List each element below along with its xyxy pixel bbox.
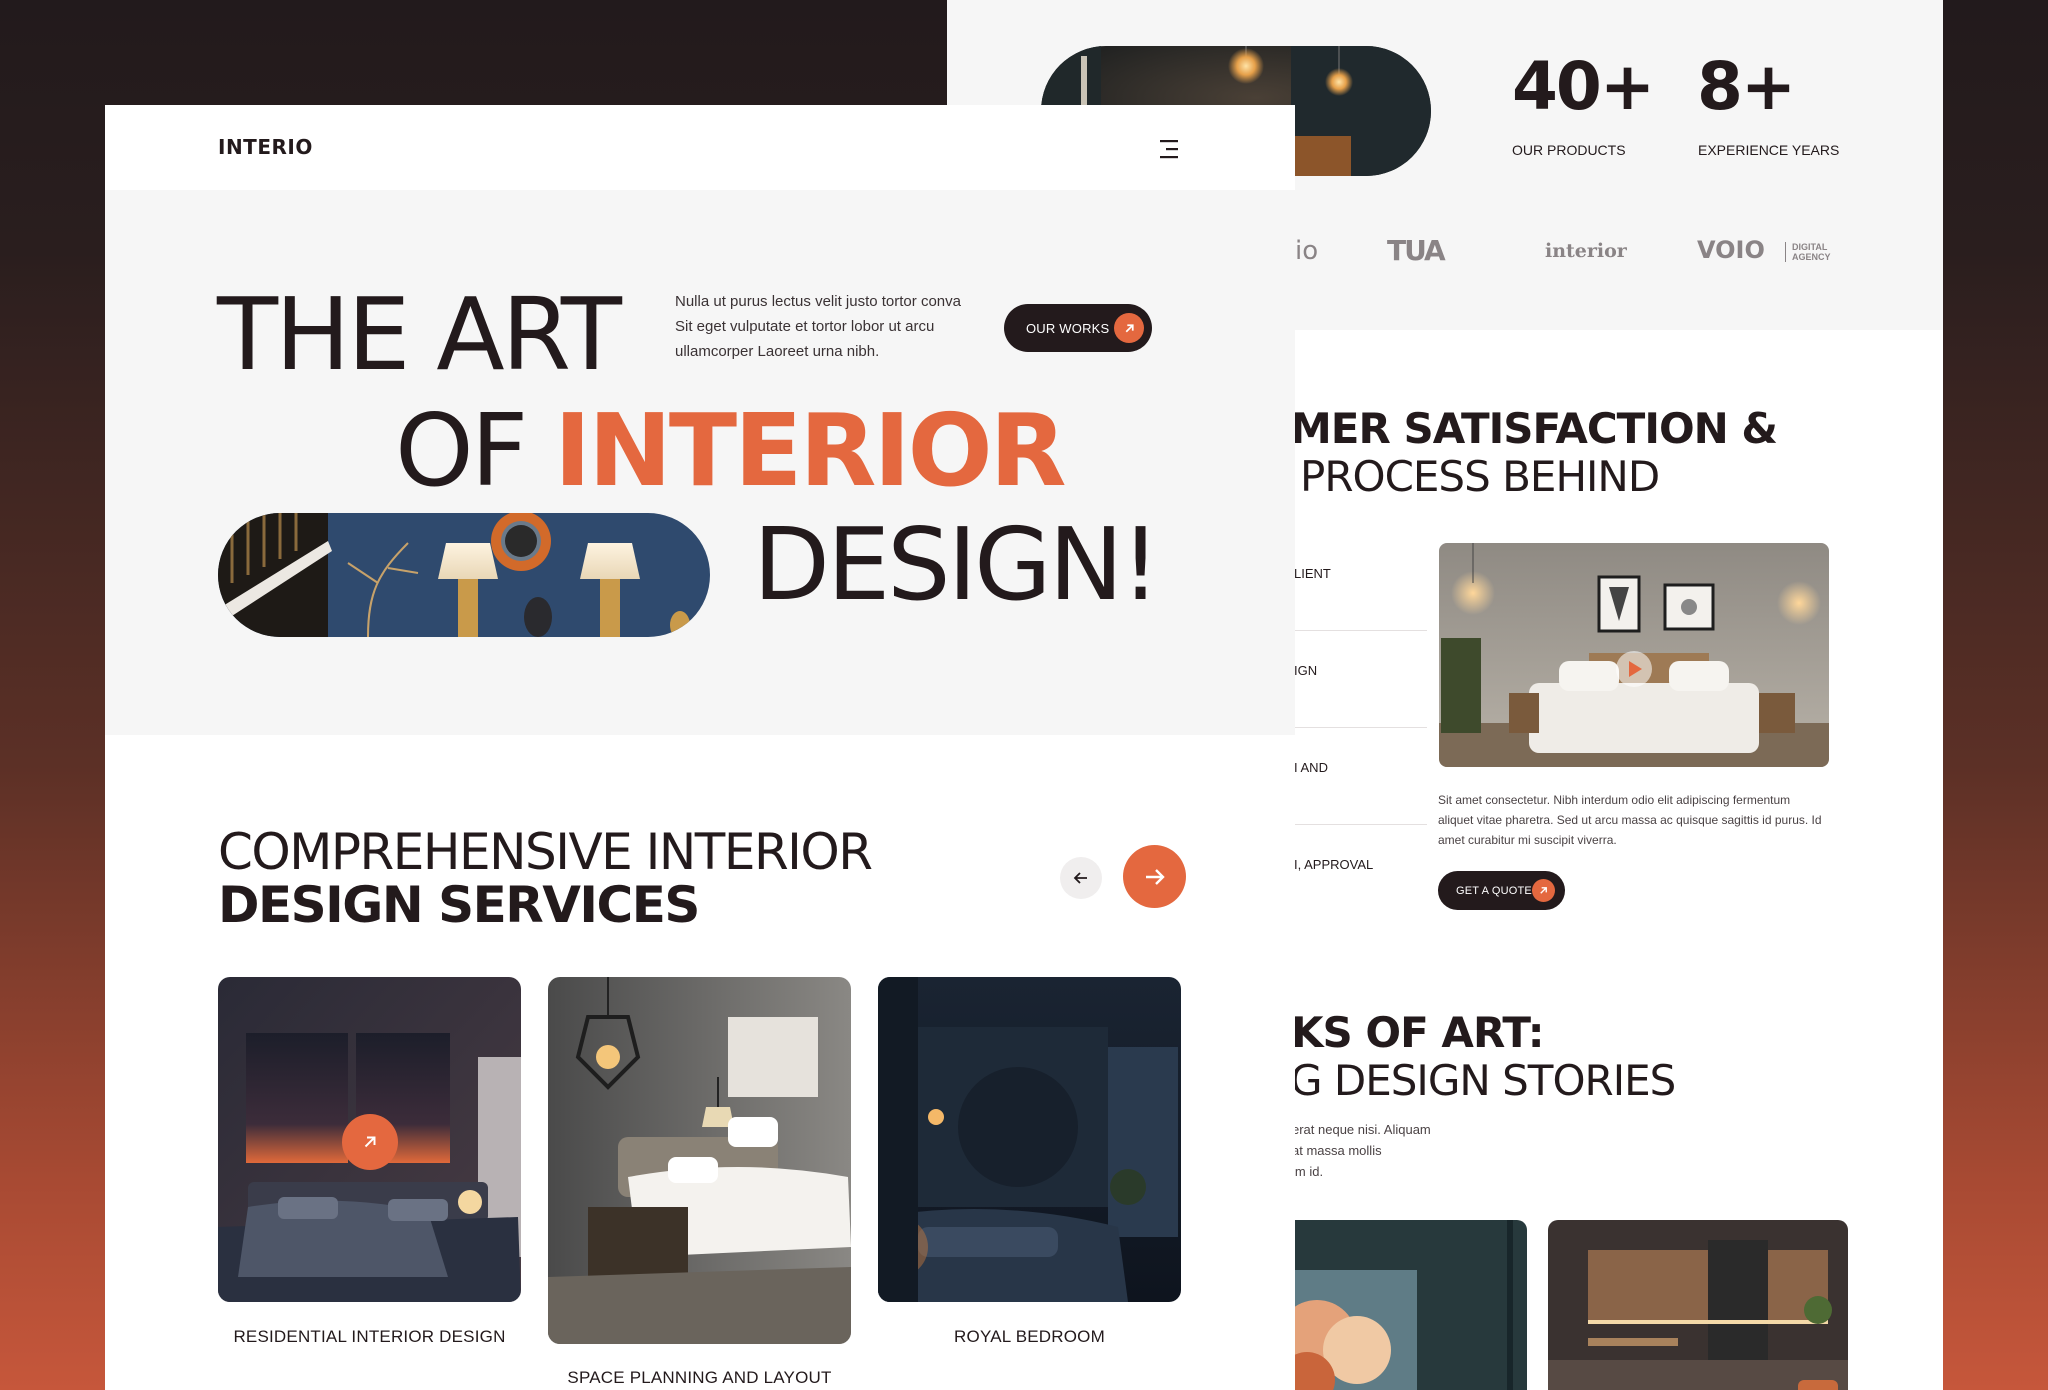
brand-logo-io: io	[1295, 236, 1319, 266]
works-text-line1: erat neque nisi. Aliquam	[1292, 1122, 1431, 1137]
services-title-line1: COMPREHENSIVE INTERIOR	[218, 823, 873, 881]
process-description: Sit amet consectetur. Nibh interdum odio…	[1438, 793, 1822, 847]
get-a-quote-button[interactable]: GET A QUOTE	[1438, 871, 1565, 910]
stat-number-products: 40+	[1512, 48, 1655, 125]
hero-title-line1: THE ART	[217, 276, 622, 393]
front-page: INTERIO THE ART OF INTERIOR DESIGN! Null…	[105, 105, 1295, 1390]
hero-title-of: OF	[395, 392, 555, 509]
arrow-up-right-icon	[1532, 879, 1555, 902]
service-card-caption: RESIDENTIAL INTERIOR DESIGN	[233, 1327, 506, 1346]
hero-blurb-line1: Nulla ut purus lectus velit justo tortor…	[675, 293, 961, 310]
process-divider	[1294, 824, 1427, 825]
service-card-caption: ROYAL BEDROOM	[954, 1327, 1105, 1346]
works-text-line2: at massa mollis	[1292, 1143, 1382, 1158]
hero-pill-image	[218, 513, 710, 637]
our-works-button[interactable]: OUR WORKS	[1004, 304, 1152, 352]
menu-icon[interactable]	[1157, 138, 1181, 160]
works-text-line3: im id.	[1292, 1164, 1324, 1179]
arrow-right-icon	[1145, 868, 1165, 885]
carousel-next-button[interactable]	[1123, 845, 1186, 908]
arrow-up-right-icon	[1114, 313, 1144, 343]
get-a-quote-label: GET A QUOTE	[1456, 884, 1532, 897]
hero-title-interior: INTERIOR	[554, 392, 1067, 509]
works-heading-line1: KS OF ART:	[1291, 1008, 1545, 1057]
arrow-left-icon	[1073, 872, 1087, 884]
hero-blurb-line3: ullamcorper Laoreet urna nibh.	[675, 343, 880, 360]
process-item-design[interactable]: IGN	[1294, 663, 1317, 678]
stat-label-experience: EXPERIENCE YEARS	[1698, 142, 1840, 158]
carousel-prev-button[interactable]	[1060, 857, 1102, 899]
stat-number-experience: 8+	[1697, 48, 1796, 125]
arrow-up-right-icon[interactable]	[342, 1114, 398, 1170]
stat-label-products: OUR PRODUCTS	[1512, 142, 1626, 158]
brand-logo-tua: TUA	[1387, 234, 1446, 267]
hero-title-line2: OF INTERIOR	[395, 401, 1067, 501]
service-card-royal-bedroom[interactable]	[878, 977, 1181, 1302]
hero-title-line3: DESIGN!	[753, 506, 1161, 623]
service-card-residential[interactable]	[218, 977, 521, 1302]
works-image-kitchen[interactable]	[1548, 1220, 1848, 1390]
process-item-and[interactable]: I AND	[1294, 760, 1328, 775]
brand-logo-voio: VOIO	[1697, 236, 1765, 264]
brand-logo-digital-agency: DIGITAL AGENCY	[1785, 242, 1842, 262]
our-works-label: OUR WORKS	[1026, 320, 1110, 336]
brand-logo-interior: interior	[1545, 240, 1627, 262]
process-item-approval[interactable]: I, APPROVAL	[1294, 857, 1373, 872]
logo[interactable]: INTERIO	[218, 135, 313, 159]
service-card-caption: SPACE PLANNING AND LAYOUT	[567, 1368, 832, 1387]
process-video-thumbnail[interactable]	[1439, 543, 1829, 767]
satisfaction-heading-line1: MER SATISFACTION &	[1290, 404, 1778, 453]
hero-blurb-line2: Sit eget vulputate et tortor lobor ut ar…	[675, 318, 935, 335]
process-divider	[1294, 727, 1427, 728]
satisfaction-heading-line2: PROCESS BEHIND	[1300, 452, 1660, 501]
process-item-client[interactable]: LIENT	[1294, 566, 1331, 581]
service-card-space-planning[interactable]	[548, 977, 851, 1344]
process-divider	[1294, 630, 1427, 631]
works-heading-line2: G DESIGN STORIES	[1290, 1056, 1676, 1105]
services-title-line2: DESIGN SERVICES	[218, 876, 700, 934]
